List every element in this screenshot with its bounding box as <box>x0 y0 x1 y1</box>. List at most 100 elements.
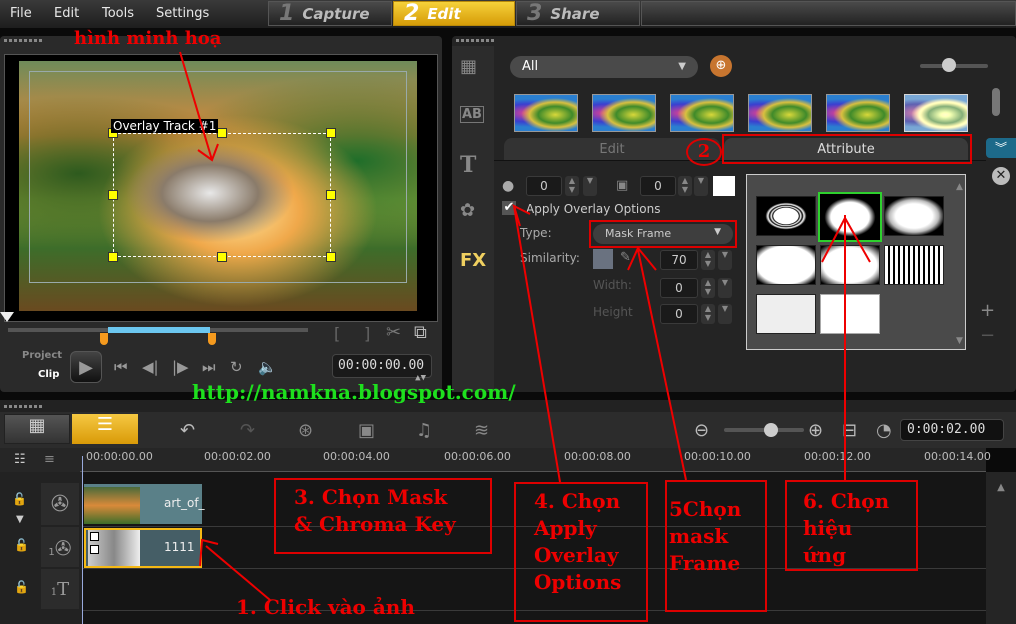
filter-thumbnail[interactable] <box>826 94 890 132</box>
remove-mask-icon[interactable]: − <box>980 325 995 346</box>
resize-handle[interactable] <box>217 128 227 138</box>
filter-thumbnail[interactable] <box>592 94 656 132</box>
record-capture-icon[interactable]: ⊛ <box>298 420 313 441</box>
opacity-preset-dropdown[interactable]: ▼ <box>583 176 597 196</box>
scroll-up-icon[interactable]: ▲ <box>956 182 963 192</box>
graphic-icon[interactable]: ✿ <box>460 200 475 221</box>
project-mode-label[interactable]: Project <box>22 350 62 361</box>
width-spinner[interactable]: ▲ ▼ <box>701 278 715 298</box>
resize-handle[interactable] <box>326 252 336 262</box>
opacity-field[interactable]: 0 <box>526 176 562 196</box>
zoom-slider-knob[interactable] <box>764 423 778 437</box>
library-scrollbar[interactable] <box>992 88 1000 116</box>
width-preset-dropdown[interactable]: ▼ <box>718 278 732 298</box>
redo-icon[interactable]: ↷ <box>240 420 255 441</box>
timeline-vertical-scrollbar[interactable]: ▲ <box>986 472 1016 624</box>
scroll-down-icon[interactable]: ▼ <box>956 336 963 346</box>
step-edit-tab[interactable]: 2 Edit <box>393 1 515 26</box>
mask-splash[interactable] <box>818 192 882 242</box>
step-capture-tab[interactable]: 1 Capture <box>268 1 392 26</box>
filter-thumbnail[interactable] <box>904 94 968 132</box>
show-all-tracks-icon[interactable]: ≡ <box>44 452 55 467</box>
storyboard-view-button[interactable]: ▦ <box>4 414 70 444</box>
collapse-icon[interactable]: ▼ <box>16 514 24 525</box>
overlay-selection-box[interactable] <box>113 133 331 257</box>
mask-grain[interactable] <box>756 294 816 334</box>
opacity-spinner[interactable]: ▲ ▼ <box>565 176 579 196</box>
timeline-view-button[interactable]: ☰ <box>72 414 138 444</box>
trim-in-handle[interactable] <box>100 333 108 345</box>
scissors-icon[interactable]: ✂ <box>386 322 401 343</box>
next-frame-icon[interactable]: |▶ <box>172 358 189 376</box>
filter-fx-icon[interactable]: FX <box>460 250 486 271</box>
expand-options-button[interactable]: ︾ <box>986 138 1016 158</box>
menu-tools[interactable]: Tools <box>102 6 134 21</box>
similarity-field[interactable]: 70 <box>660 250 698 270</box>
panel-grip[interactable] <box>4 405 44 408</box>
motion-track-icon[interactable]: ≋ <box>474 420 489 441</box>
volume-icon[interactable]: 🔈 <box>258 358 277 376</box>
play-button[interactable]: ▶ <box>70 351 102 383</box>
lock-all-icon[interactable]: 🔓 <box>12 492 27 506</box>
add-mask-icon[interactable]: + <box>980 300 995 321</box>
go-to-end-icon[interactable]: ⏭ <box>202 358 216 376</box>
previous-frame-icon[interactable]: ◀| <box>142 358 159 376</box>
border-spinner[interactable]: ▲ ▼ <box>678 176 692 196</box>
filter-thumbnail[interactable] <box>514 94 578 132</box>
audio-mixer-icon[interactable]: ♫ <box>416 420 432 441</box>
resize-handle[interactable] <box>108 190 118 200</box>
slider-knob[interactable] <box>942 58 956 72</box>
scroll-up-icon[interactable]: ▲ <box>986 482 1016 493</box>
clip-mode-label[interactable]: Clip <box>38 369 59 380</box>
title-track-header[interactable]: 1T <box>40 568 80 610</box>
height-spinner[interactable]: ▲ ▼ <box>701 304 715 324</box>
auto-movie-icon[interactable]: ▣ <box>358 420 375 441</box>
zoom-in-icon[interactable]: ⊕ <box>808 420 823 441</box>
resize-handle[interactable] <box>326 128 336 138</box>
title-icon[interactable]: T <box>460 152 476 178</box>
import-icon[interactable]: ⊕ <box>710 55 732 77</box>
similarity-preset-dropdown[interactable]: ▼ <box>718 250 732 270</box>
track-manager-icon[interactable]: ☷ <box>14 452 26 467</box>
eyedropper-icon[interactable]: ✎ <box>620 250 631 265</box>
lock-track-icon[interactable]: 🔓 <box>14 538 29 552</box>
border-preset-dropdown[interactable]: ▼ <box>694 176 708 196</box>
filter-thumbnail[interactable] <box>748 94 812 132</box>
library-filter-dropdown[interactable]: All ▼ <box>510 56 698 78</box>
resize-handle[interactable] <box>217 252 227 262</box>
mark-in-icon[interactable]: [ <box>334 324 340 343</box>
mask-rings[interactable] <box>756 196 816 236</box>
resize-handle[interactable] <box>108 252 118 262</box>
resize-handle[interactable] <box>326 190 336 200</box>
lock-track-icon[interactable]: 🔓 <box>14 580 29 594</box>
go-to-start-icon[interactable]: ⏮ <box>114 358 128 376</box>
mask-cloud[interactable] <box>884 196 944 236</box>
panel-grip[interactable] <box>4 39 44 42</box>
key-color-swatch[interactable] <box>593 249 613 269</box>
timeline-duration[interactable]: 0:00:02.00 <box>900 419 1004 441</box>
playhead[interactable] <box>82 456 83 624</box>
filter-thumbnail[interactable] <box>670 94 734 132</box>
repeat-icon[interactable]: ↻ <box>230 358 243 376</box>
menu-edit[interactable]: Edit <box>54 6 79 21</box>
undo-icon[interactable]: ↶ <box>180 420 195 441</box>
close-icon[interactable]: ✕ <box>992 167 1010 185</box>
scrubber-handle[interactable] <box>0 312 14 322</box>
menu-settings[interactable]: Settings <box>156 6 209 21</box>
enlarge-preview-icon[interactable]: ⧉ <box>414 322 427 343</box>
height-preset-dropdown[interactable]: ▼ <box>718 304 732 324</box>
mask-streaks[interactable] <box>884 245 944 285</box>
preview-screen[interactable]: Overlay Track #1 <box>4 54 438 322</box>
mark-out-icon[interactable]: ] <box>364 324 370 343</box>
apply-overlay-checkbox[interactable]: ✔ <box>502 201 516 215</box>
trim-out-handle[interactable] <box>208 333 216 345</box>
mask-torn-edge[interactable] <box>820 245 880 285</box>
width-field[interactable]: 0 <box>660 278 698 298</box>
fit-project-icon[interactable]: ⊟ <box>842 420 857 441</box>
panel-grip[interactable] <box>456 39 496 42</box>
preview-timecode[interactable]: 00:00:00.00 ▲▼ <box>332 354 432 383</box>
media-icon[interactable]: ▦ <box>460 56 477 77</box>
menu-file[interactable]: File <box>10 6 32 21</box>
overlay-track-header[interactable]: 1✇ <box>40 526 80 568</box>
mask-rough-rect[interactable] <box>756 245 816 285</box>
